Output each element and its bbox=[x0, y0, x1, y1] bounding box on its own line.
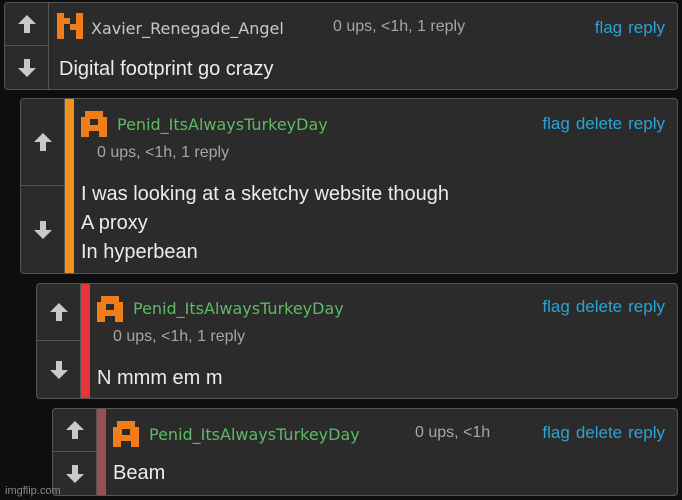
comment-body: Digital footprint go crazy bbox=[59, 55, 274, 84]
username[interactable]: Xavier_Renegade_Angel bbox=[91, 19, 284, 38]
username[interactable]: Penid_ItsAlwaysTurkeyDay bbox=[133, 299, 344, 318]
username[interactable]: Penid_ItsAlwaysTurkeyDay bbox=[149, 425, 360, 444]
comment: Penid_ItsAlwaysTurkeyDay 0 ups, <1h, 1 r… bbox=[36, 283, 678, 399]
flag-link[interactable]: flag bbox=[542, 423, 569, 442]
thread-accent-bar bbox=[81, 284, 90, 398]
comment: Penid_ItsAlwaysTurkeyDay 0 ups, <1h flag… bbox=[52, 408, 678, 496]
user-avatar[interactable] bbox=[97, 296, 123, 322]
comment-actions: flag delete reply bbox=[536, 114, 665, 134]
comment-line: Digital footprint go crazy bbox=[59, 58, 274, 80]
reply-link[interactable]: reply bbox=[628, 114, 665, 133]
delete-link[interactable]: delete bbox=[576, 297, 622, 316]
downvote-button[interactable] bbox=[5, 46, 49, 89]
vote-column bbox=[5, 3, 49, 89]
arrow-up-icon bbox=[50, 303, 68, 321]
comment-meta: 0 ups, <1h, 1 reply bbox=[97, 144, 230, 161]
comment-line: In hyperbean bbox=[81, 241, 198, 263]
user-avatar[interactable] bbox=[81, 111, 107, 137]
vote-column bbox=[37, 284, 81, 398]
arrow-up-icon bbox=[66, 421, 84, 439]
arrow-down-icon bbox=[34, 220, 52, 239]
upvote-button[interactable] bbox=[21, 99, 65, 186]
flag-link[interactable]: flag bbox=[542, 297, 569, 316]
comment-meta: 0 ups, <1h, 1 reply bbox=[333, 18, 466, 35]
user-avatar[interactable] bbox=[113, 421, 139, 447]
upvote-button[interactable] bbox=[5, 3, 49, 46]
comment-actions: flag delete reply bbox=[536, 423, 665, 443]
comment-actions: flag delete reply bbox=[536, 297, 665, 317]
comment-line: I was looking at a sketchy website thoug… bbox=[81, 183, 449, 205]
arrow-down-icon bbox=[18, 58, 36, 77]
flag-link[interactable]: flag bbox=[542, 114, 569, 133]
comment-body: N mmm em m bbox=[97, 364, 223, 393]
vote-column bbox=[53, 409, 97, 495]
watermark: imgflip.com bbox=[5, 485, 61, 497]
vote-column bbox=[21, 99, 65, 273]
username[interactable]: Penid_ItsAlwaysTurkeyDay bbox=[117, 115, 328, 134]
arrow-up-icon bbox=[18, 15, 36, 33]
comment-meta: 0 ups, <1h bbox=[415, 424, 491, 441]
comment-meta: 0 ups, <1h, 1 reply bbox=[113, 328, 246, 345]
comment-line: A proxy bbox=[81, 212, 148, 234]
reply-link[interactable]: reply bbox=[628, 297, 665, 316]
reply-link[interactable]: reply bbox=[628, 18, 665, 37]
comment-actions: flag reply bbox=[589, 18, 665, 38]
arrow-down-icon bbox=[66, 464, 84, 483]
reply-link[interactable]: reply bbox=[628, 423, 665, 442]
downvote-button[interactable] bbox=[37, 341, 81, 398]
thread-accent-bar bbox=[65, 99, 74, 273]
user-avatar[interactable] bbox=[57, 13, 83, 39]
delete-link[interactable]: delete bbox=[576, 423, 622, 442]
arrow-down-icon bbox=[50, 360, 68, 379]
downvote-button[interactable] bbox=[21, 186, 65, 273]
flag-link[interactable]: flag bbox=[595, 18, 622, 37]
comment: Xavier_Renegade_Angel 0 ups, <1h, 1 repl… bbox=[4, 2, 678, 90]
comment-line: N mmm em m bbox=[97, 367, 223, 389]
arrow-up-icon bbox=[34, 133, 52, 151]
upvote-button[interactable] bbox=[53, 409, 97, 452]
comment-body: I was looking at a sketchy website thoug… bbox=[81, 180, 449, 267]
thread-accent-bar bbox=[97, 409, 106, 495]
delete-link[interactable]: delete bbox=[576, 114, 622, 133]
comment-body: Beam bbox=[113, 459, 165, 488]
comment-line: Beam bbox=[113, 462, 166, 484]
upvote-button[interactable] bbox=[37, 284, 81, 341]
comment: Penid_ItsAlwaysTurkeyDay 0 ups, <1h, 1 r… bbox=[20, 98, 678, 274]
